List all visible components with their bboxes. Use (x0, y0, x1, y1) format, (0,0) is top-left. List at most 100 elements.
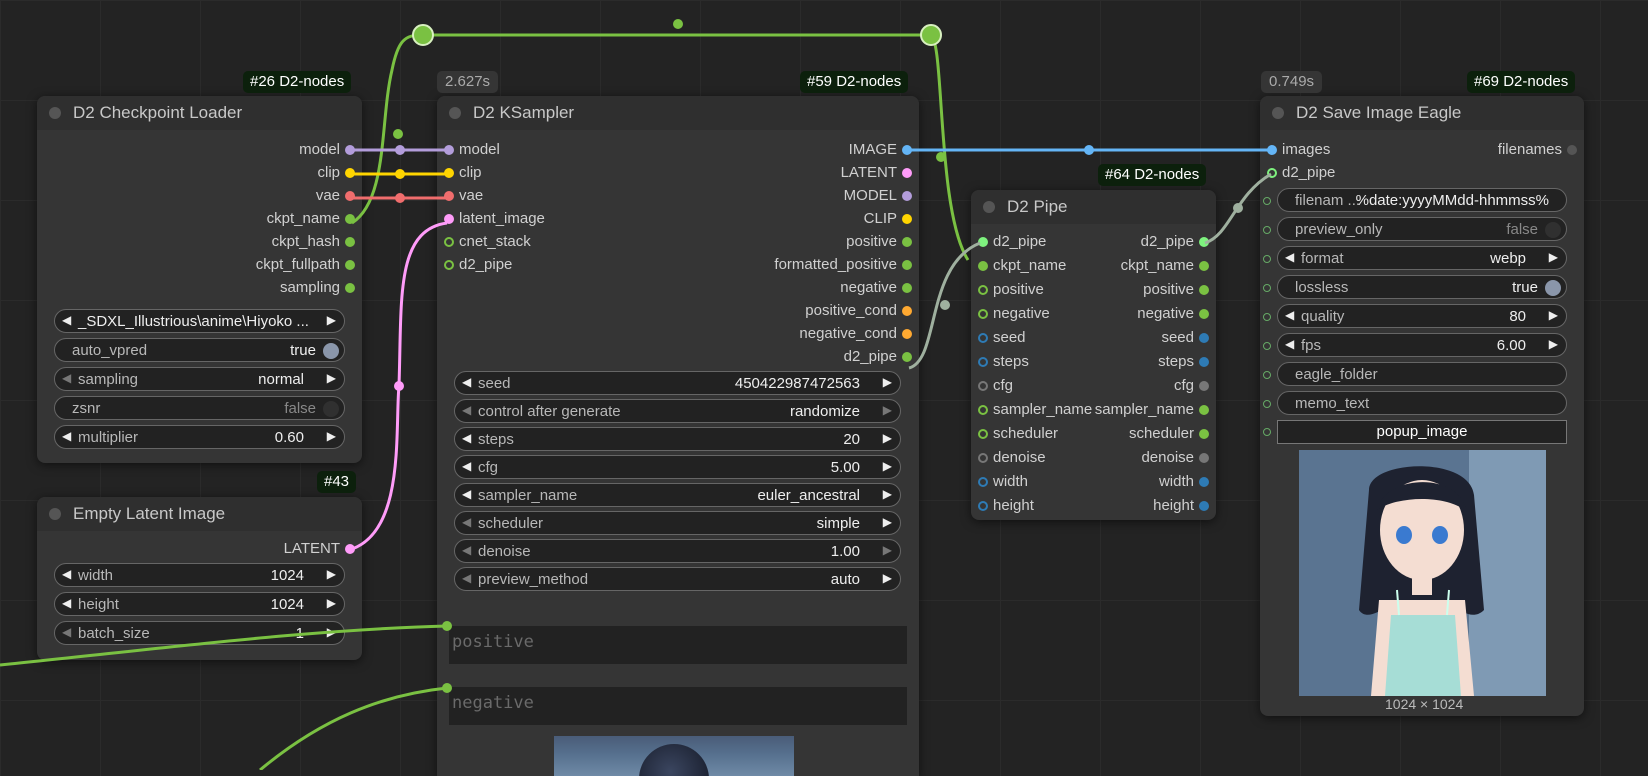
arrow-right-icon[interactable]: ▶ (327, 371, 336, 385)
input-socket[interactable]: width (978, 473, 1028, 491)
ksampler-widget-denoise[interactable]: ◀ denoise 1.00 ▶ (454, 539, 901, 563)
node-title-bar[interactable]: Empty Latent Image (37, 497, 362, 531)
output-socket[interactable]: steps (1158, 353, 1209, 371)
arrow-left-icon[interactable]: ◀ (462, 487, 471, 501)
input-socket[interactable]: d2_pipe (444, 256, 512, 274)
ckpt-name-combo[interactable]: ◀ _SDXL_Illustrious\anime\Hiyoko ... ▶ (54, 309, 345, 333)
node-title-bar[interactable]: D2 Save Image Eagle (1260, 96, 1584, 130)
input-socket[interactable]: latent_image (444, 210, 545, 228)
output-socket[interactable]: model (299, 141, 355, 159)
socket-dot[interactable] (902, 329, 912, 339)
output-socket[interactable]: LATENT (841, 164, 912, 182)
input-socket[interactable]: model (444, 141, 500, 159)
arrow-right-icon[interactable]: ▶ (1549, 337, 1558, 351)
collapse-dot-icon[interactable] (49, 107, 61, 119)
socket-dot[interactable] (1199, 453, 1209, 463)
socket-dot[interactable] (902, 352, 912, 362)
output-socket[interactable]: scheduler (1129, 425, 1209, 443)
output-socket[interactable]: ckpt_name (267, 210, 355, 228)
widget-socket-dot[interactable] (1263, 371, 1271, 379)
arrow-left-icon[interactable]: ◀ (1285, 308, 1294, 322)
node-title-bar[interactable]: D2 Pipe (971, 190, 1216, 224)
ksampler-widget-control-after-generate[interactable]: ◀ control after generate randomize ▶ (454, 399, 901, 423)
input-socket[interactable]: d2_pipe (978, 233, 1046, 251)
socket-dot[interactable] (1267, 145, 1277, 155)
socket-dot[interactable] (345, 260, 355, 270)
arrow-left-icon[interactable]: ◀ (462, 459, 471, 473)
ksampler-widget-steps[interactable]: ◀ steps 20 ▶ (454, 427, 901, 451)
socket-dot[interactable] (1199, 333, 1209, 343)
widget-socket-dot[interactable] (1263, 255, 1271, 263)
filename-prefix-input[interactable]: filenam ... %date:yyyyMMdd-hhmmss% (1263, 188, 1567, 212)
collapse-dot-icon[interactable] (1272, 107, 1284, 119)
widget-socket-dot[interactable] (1263, 428, 1271, 436)
output-socket[interactable]: cfg (1174, 377, 1209, 395)
arrow-left-icon[interactable]: ◀ (62, 596, 71, 610)
arrow-right-icon[interactable]: ▶ (883, 543, 892, 557)
output-socket[interactable]: MODEL (844, 187, 912, 205)
socket-dot[interactable] (978, 381, 988, 391)
socket-dot[interactable] (978, 477, 988, 487)
arrow-right-icon[interactable]: ▶ (883, 375, 892, 389)
collapse-dot-icon[interactable] (49, 508, 61, 520)
quality-number[interactable]: ◀ quality 80 ▶ (1263, 304, 1567, 328)
socket-dot[interactable] (978, 405, 988, 415)
socket-dot[interactable] (1199, 285, 1209, 295)
ksampler-widget-scheduler[interactable]: ◀ scheduler simple ▶ (454, 511, 901, 535)
input-socket[interactable]: vae (444, 187, 483, 205)
output-socket[interactable]: negative_cond (799, 325, 912, 343)
arrow-left-icon[interactable]: ◀ (462, 403, 471, 417)
save-image-eagle-node[interactable]: D2 Save Image Eagle images d2_pipefilenam… (1260, 96, 1584, 716)
socket-dot[interactable] (345, 145, 355, 155)
auto-vpred-toggle[interactable]: auto_vpred true (54, 338, 345, 362)
input-socket[interactable]: seed (978, 329, 1026, 347)
output-socket[interactable]: positive (846, 233, 912, 251)
socket-dot[interactable] (345, 214, 355, 224)
socket-dot[interactable] (442, 621, 452, 631)
output-socket[interactable]: IMAGE (849, 141, 912, 159)
socket-dot[interactable] (902, 283, 912, 293)
arrow-left-icon[interactable]: ◀ (462, 571, 471, 585)
output-socket[interactable]: positive_cond (805, 302, 912, 320)
input-socket[interactable]: d2_pipe (1267, 164, 1335, 182)
output-socket[interactable]: height (1153, 497, 1209, 515)
output-socket[interactable]: negative (840, 279, 912, 297)
arrow-left-icon[interactable]: ◀ (1285, 337, 1294, 351)
output-socket[interactable]: formatted_positive (774, 256, 912, 274)
output-socket[interactable]: denoise (1141, 449, 1209, 467)
input-socket[interactable]: sampler_name (978, 401, 1092, 419)
output-socket[interactable]: d2_pipe (1141, 233, 1209, 251)
saved-image-preview[interactable] (1299, 450, 1546, 696)
memo-text-input[interactable]: memo_text (1263, 391, 1567, 415)
socket-dot[interactable] (345, 168, 355, 178)
socket-dot[interactable] (902, 260, 912, 270)
socket-dot[interactable] (978, 261, 988, 271)
arrow-left-icon[interactable]: ◀ (62, 371, 71, 385)
output-socket[interactable]: seed (1161, 329, 1209, 347)
arrow-right-icon[interactable]: ▶ (883, 459, 892, 473)
zsnr-toggle[interactable]: zsnr false (54, 396, 345, 420)
socket-dot[interactable] (444, 237, 454, 247)
widget-socket-dot[interactable] (1263, 342, 1271, 350)
arrow-left-icon[interactable]: ◀ (462, 515, 471, 529)
popup-image-button[interactable]: popup_image (1263, 420, 1567, 444)
socket-dot[interactable] (1199, 501, 1209, 511)
widget-socket-dot[interactable] (1263, 226, 1271, 234)
eagle-folder-input[interactable]: eagle_folder (1263, 362, 1567, 386)
output-socket[interactable]: positive (1143, 281, 1209, 299)
arrow-right-icon[interactable]: ▶ (327, 625, 336, 639)
socket-dot[interactable] (345, 544, 355, 554)
input-socket[interactable]: steps (978, 353, 1029, 371)
ksampler-widget-cfg[interactable]: ◀ cfg 5.00 ▶ (454, 455, 901, 479)
input-socket[interactable]: images (1267, 141, 1330, 159)
arrow-left-icon[interactable]: ◀ (462, 375, 471, 389)
socket-dot[interactable] (345, 191, 355, 201)
checkpoint-loader-node[interactable]: D2 Checkpoint Loader model clip vae ckpt_na… (37, 96, 362, 463)
ksampler-widget-preview-method[interactable]: ◀ preview_method auto ▶ (454, 567, 901, 591)
arrow-right-icon[interactable]: ▶ (327, 313, 336, 327)
output-socket[interactable]: d2_pipe (844, 348, 912, 366)
widget-socket-dot[interactable] (1263, 313, 1271, 321)
preview-only-toggle[interactable]: preview_only false (1263, 217, 1567, 241)
socket-dot[interactable] (902, 214, 912, 224)
arrow-right-icon[interactable]: ▶ (327, 567, 336, 581)
